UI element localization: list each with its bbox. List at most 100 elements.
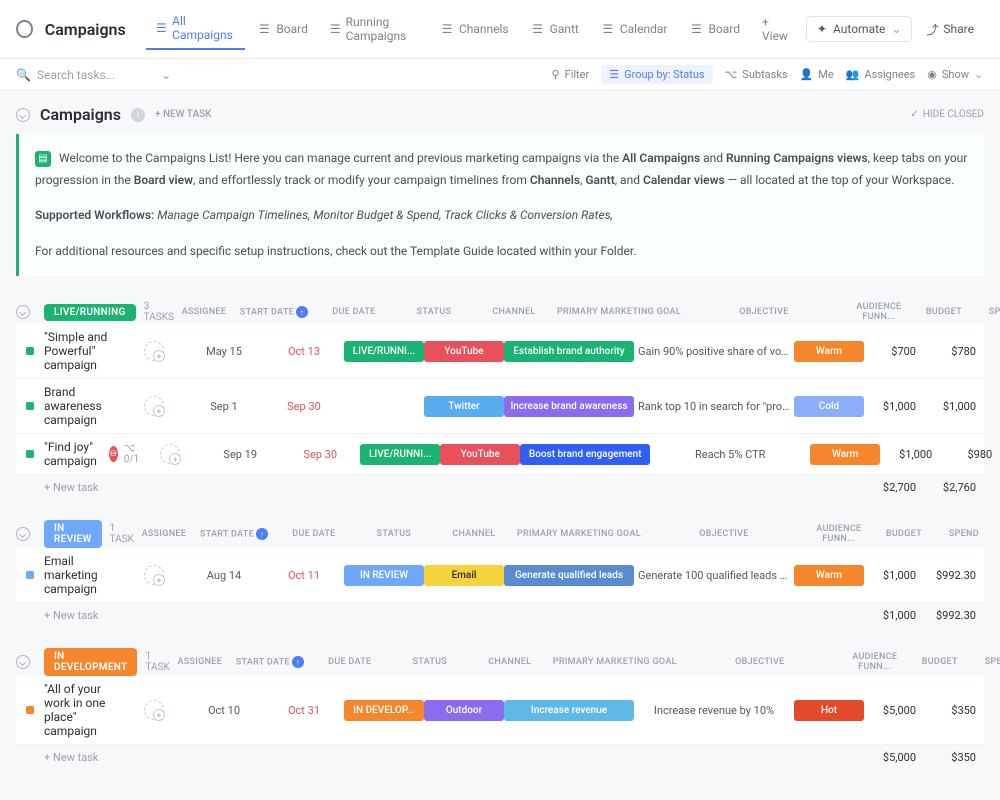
objective-cell[interactable]: Gain 90% positive share of voice (634, 345, 794, 358)
funnel-cell[interactable]: Warm (810, 444, 880, 465)
filter-button[interactable]: ⚲Filter (552, 68, 590, 81)
status-cell[interactable]: LIVE/RUNNI... (344, 341, 424, 362)
info-icon[interactable]: i (131, 108, 145, 122)
tab-channels[interactable]: ☰Channels (430, 8, 519, 50)
subtask-count[interactable]: ⌥ 0/1 (124, 443, 140, 465)
status-pill[interactable]: IN REVIEW (44, 520, 102, 548)
col-status[interactable]: STATUS (390, 655, 470, 669)
spend-cell[interactable]: $992.30 (924, 569, 984, 582)
spend-cell[interactable]: $980 (940, 448, 1000, 461)
assignee-add[interactable] (144, 700, 164, 720)
tab--view[interactable]: + View (752, 8, 798, 50)
channel-cell[interactable]: Email (424, 565, 504, 586)
budget-cell[interactable]: $5,000 (864, 704, 924, 717)
task-row[interactable]: Brand awareness campaign Sep 1 Sep 30 Tw… (16, 379, 984, 434)
objective-cell[interactable]: Generate 100 qualified leads this m... (634, 569, 794, 582)
collapse-toggle[interactable] (16, 305, 30, 319)
col-objective[interactable]: OBJECTIVE (680, 655, 840, 669)
spend-cell[interactable]: $350 (924, 704, 984, 717)
automate-button[interactable]: ✦ Automate ⌄ (806, 16, 912, 42)
col-channel[interactable]: CHANNEL (434, 527, 514, 541)
collapse-toggle[interactable] (16, 527, 30, 541)
objective-cell[interactable]: Rank top 10 in search for "productivi... (634, 400, 794, 413)
col-budget[interactable]: BUDGET (910, 655, 970, 669)
tab-board[interactable]: ☰Board (247, 8, 318, 50)
due-date[interactable]: Sep 30 (280, 448, 360, 461)
funnel-cell[interactable]: Hot (794, 700, 864, 721)
col-spend[interactable]: SPEND (970, 655, 1000, 669)
status-cell[interactable]: IN REVIEW (344, 565, 424, 586)
col-funnel[interactable]: AUDIENCE FUNN... (840, 650, 910, 674)
col-assignee[interactable]: ASSIGNEE (134, 527, 194, 541)
status-pill[interactable]: LIVE/RUNNING (44, 304, 136, 321)
task-row[interactable]: "Simple and Powerful" campaign May 15 Oc… (16, 324, 984, 379)
task-title[interactable]: "All of your work in one place" campaign (44, 682, 124, 738)
col-assignee[interactable]: ASSIGNEE (170, 655, 230, 669)
col-goal[interactable]: PRIMARY MARKETING GOAL (514, 527, 644, 541)
tab-running-campaigns[interactable]: ☰Running Campaigns (320, 8, 428, 50)
start-date[interactable]: Sep 19 (200, 448, 280, 461)
col-start-date[interactable]: START DATE↑ (230, 654, 310, 670)
tab-gantt[interactable]: ☰Gantt (521, 8, 589, 50)
start-date[interactable]: Aug 14 (184, 569, 264, 582)
spend-cell[interactable]: $1,000 (924, 400, 984, 413)
due-date[interactable]: Oct 13 (264, 345, 344, 358)
new-task-button[interactable]: + New task (44, 751, 124, 764)
collapse-toggle[interactable] (16, 108, 30, 122)
col-due-date[interactable]: DUE DATE (314, 305, 394, 319)
goal-cell[interactable]: Establish brand authority (504, 341, 634, 362)
col-channel[interactable]: CHANNEL (470, 655, 550, 669)
goal-cell[interactable]: Boost brand engagement (520, 444, 650, 465)
status-cell[interactable]: LIVE/RUNNI... (360, 444, 440, 465)
col-assignee[interactable]: ASSIGNEE (174, 305, 234, 319)
col-spend[interactable]: SPEND (974, 305, 1000, 319)
assignee-add[interactable] (144, 341, 164, 361)
due-date[interactable]: Oct 31 (264, 704, 344, 717)
share-button[interactable]: ⤴ Share (916, 16, 984, 43)
col-start-date[interactable]: START DATE↑ (194, 526, 274, 542)
col-status[interactable]: STATUS (354, 527, 434, 541)
tab-all-campaigns[interactable]: ☰All Campaigns (146, 8, 246, 50)
budget-cell[interactable]: $1,000 (880, 448, 940, 461)
hide-closed-button[interactable]: ✓HIDE CLOSED (910, 109, 984, 120)
channel-cell[interactable]: YouTube (424, 341, 504, 362)
task-row[interactable]: "Find joy" campaign⊖⌥ 0/1 Sep 19 Sep 30 … (16, 434, 984, 475)
assignee-add[interactable] (144, 396, 164, 416)
tab-board[interactable]: ☰Board (679, 8, 750, 50)
col-funnel[interactable]: AUDIENCE FUNN... (844, 300, 914, 324)
objective-cell[interactable]: Increase revenue by 10% (634, 704, 794, 717)
budget-cell[interactable]: $1,000 (864, 569, 924, 582)
col-goal[interactable]: PRIMARY MARKETING GOAL (550, 655, 680, 669)
assignees-button[interactable]: 👥Assignees (846, 68, 916, 81)
group-by-button[interactable]: ☰Group by: Status (601, 65, 712, 84)
task-title[interactable]: Brand awareness campaign (44, 385, 124, 427)
search-input[interactable]: 🔍 Search tasks... ⌄ (16, 68, 171, 82)
start-date[interactable]: Oct 10 (184, 704, 264, 717)
channel-cell[interactable]: YouTube (440, 444, 520, 465)
funnel-cell[interactable]: Warm (794, 565, 864, 586)
show-button[interactable]: ◉Show⌄ (927, 68, 984, 81)
task-row[interactable]: "All of your work in one place" campaign… (16, 676, 984, 745)
start-date[interactable]: May 15 (184, 345, 264, 358)
col-budget[interactable]: BUDGET (914, 305, 974, 319)
budget-cell[interactable]: $700 (864, 345, 924, 358)
task-row[interactable]: Email marketing campaign Aug 14 Oct 11 I… (16, 548, 984, 603)
col-objective[interactable]: OBJECTIVE (644, 527, 804, 541)
status-cell[interactable]: IN DEVELOP... (344, 700, 424, 721)
start-date[interactable]: Sep 1 (184, 400, 264, 413)
new-task-button[interactable]: + New task (44, 609, 124, 622)
col-goal[interactable]: PRIMARY MARKETING GOAL (554, 305, 684, 319)
budget-cell[interactable]: $1,000 (864, 400, 924, 413)
new-task-button[interactable]: + New task (44, 481, 124, 494)
channel-cell[interactable]: Twitter (424, 396, 504, 417)
funnel-cell[interactable]: Warm (794, 341, 864, 362)
col-start-date[interactable]: START DATE↑ (234, 304, 314, 320)
status-pill[interactable]: IN DEVELOPMENT (44, 648, 137, 676)
col-funnel[interactable]: AUDIENCE FUNN... (804, 522, 874, 546)
task-title[interactable]: "Find joy" campaign⊖⌥ 0/1 (44, 440, 140, 468)
task-title[interactable]: "Simple and Powerful" campaign (44, 330, 124, 372)
due-date[interactable]: Oct 11 (264, 569, 344, 582)
task-title[interactable]: Email marketing campaign (44, 554, 124, 596)
assignee-add[interactable] (144, 565, 164, 585)
col-objective[interactable]: OBJECTIVE (684, 305, 844, 319)
